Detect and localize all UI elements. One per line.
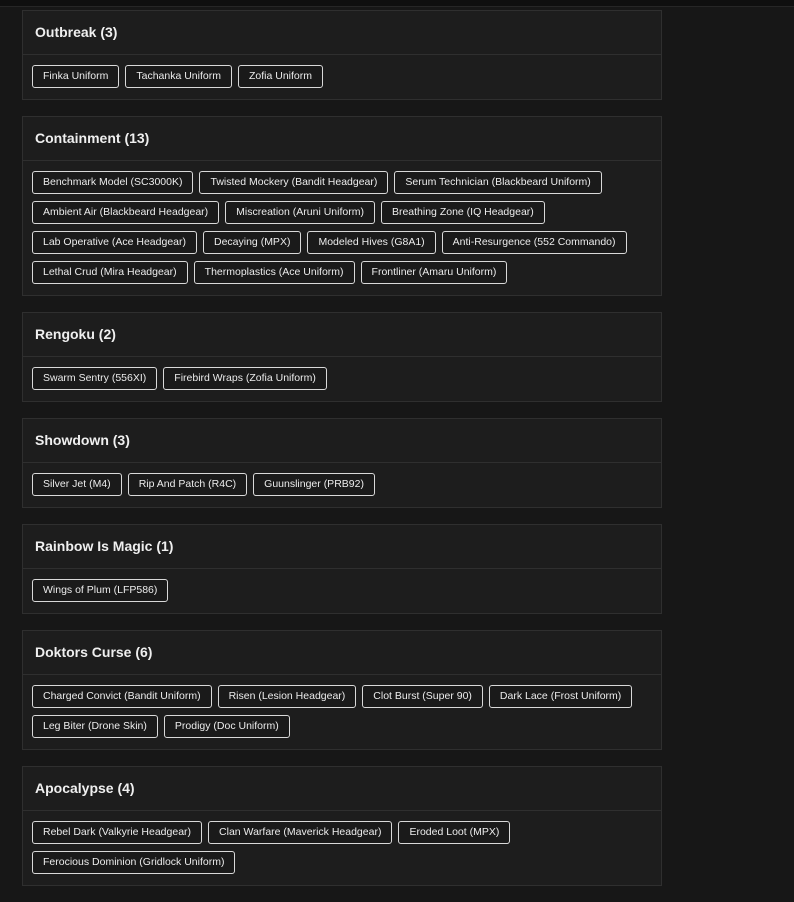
collection-card: Doktors Curse (6) Charged Convict (Bandit… bbox=[22, 630, 662, 750]
item-chip[interactable]: Frontliner (Amaru Uniform) bbox=[360, 261, 508, 284]
item-chip[interactable]: Leg Biter (Drone Skin) bbox=[32, 715, 158, 738]
item-chip[interactable]: Swarm Sentry (556XI) bbox=[32, 367, 158, 390]
item-chip[interactable]: Zofia Uniform bbox=[237, 65, 323, 88]
item-chip[interactable]: Anti-Resurgence (552 Commando) bbox=[441, 231, 627, 254]
collection-card: Containment (13) Benchmark Model (SC3000K… bbox=[22, 116, 662, 296]
item-chip[interactable]: Benchmark Model (SC3000K) bbox=[32, 171, 194, 194]
collection-items: Swarm Sentry (556XI) Firebird Wraps (Zofi… bbox=[23, 357, 661, 401]
item-chip[interactable]: Decaying (MPX) bbox=[203, 231, 302, 254]
item-chip[interactable]: Tachanka Uniform bbox=[125, 65, 232, 88]
item-chip[interactable]: Serum Technician (Blackbeard Uniform) bbox=[394, 171, 602, 194]
top-bar bbox=[0, 0, 794, 7]
item-chip[interactable]: Breathing Zone (IQ Headgear) bbox=[380, 201, 545, 224]
item-chip[interactable]: Guunslinger (PRB92) bbox=[253, 473, 375, 496]
item-chip[interactable]: Prodigy (Doc Uniform) bbox=[163, 715, 290, 738]
item-chip[interactable]: Firebird Wraps (Zofia Uniform) bbox=[163, 367, 327, 390]
collection-items: Finka Uniform Tachanka Uniform Zofia Unifo… bbox=[23, 55, 661, 99]
collection-title: Rengoku (2) bbox=[23, 313, 661, 357]
collection-items: Rebel Dark (Valkyrie Headgear) Clan Warfa… bbox=[23, 811, 661, 885]
collection-title: Showdown (3) bbox=[23, 419, 661, 463]
collection-title: Apocalypse (4) bbox=[23, 767, 661, 811]
collection-card: Rengoku (2) Swarm Sentry (556XI) Firebird … bbox=[22, 312, 662, 402]
collection-card: Showdown (3) Silver Jet (M4) Rip And Patch… bbox=[22, 418, 662, 508]
collection-title: Outbreak (3) bbox=[23, 11, 661, 55]
item-chip[interactable]: Ambient Air (Blackbeard Headgear) bbox=[32, 201, 220, 224]
collection-card: Outbreak (3) Finka Uniform Tachanka Unifor… bbox=[22, 10, 662, 100]
collection-items: Benchmark Model (SC3000K) Twisted Mockery… bbox=[23, 161, 661, 295]
item-chip[interactable]: Wings of Plum (LFP586) bbox=[32, 579, 169, 602]
item-chip[interactable]: Silver Jet (M4) bbox=[32, 473, 122, 496]
item-chip[interactable]: Ferocious Dominion (Gridlock Uniform) bbox=[32, 851, 236, 874]
item-chip[interactable]: Finka Uniform bbox=[32, 65, 120, 88]
collection-card: Rainbow Is Magic (1) Wings of Plum (LFP58… bbox=[22, 524, 662, 614]
item-chip[interactable]: Rip And Patch (R4C) bbox=[127, 473, 248, 496]
item-chip[interactable]: Dark Lace (Frost Uniform) bbox=[488, 685, 633, 708]
item-chip[interactable]: Eroded Loot (MPX) bbox=[398, 821, 511, 844]
item-chip[interactable]: Modeled Hives (G8A1) bbox=[307, 231, 436, 254]
collection-title: Containment (13) bbox=[23, 117, 661, 161]
item-chip[interactable]: Lethal Crud (Mira Headgear) bbox=[32, 261, 188, 284]
item-chip[interactable]: Thermoplastics (Ace Uniform) bbox=[193, 261, 355, 284]
item-chip[interactable]: Charged Convict (Bandit Uniform) bbox=[32, 685, 212, 708]
collection-items: Wings of Plum (LFP586) bbox=[23, 569, 661, 613]
item-chip[interactable]: Clot Burst (Super 90) bbox=[362, 685, 483, 708]
item-chip[interactable]: Lab Operative (Ace Headgear) bbox=[32, 231, 197, 254]
item-chip[interactable]: Risen (Lesion Headgear) bbox=[217, 685, 357, 708]
item-chip[interactable]: Twisted Mockery (Bandit Headgear) bbox=[199, 171, 389, 194]
collection-title: Doktors Curse (6) bbox=[23, 631, 661, 675]
collection-card: Apocalypse (4) Rebel Dark (Valkyrie Headg… bbox=[22, 766, 662, 886]
item-chip[interactable]: Rebel Dark (Valkyrie Headgear) bbox=[32, 821, 203, 844]
item-chip[interactable]: Miscreation (Aruni Uniform) bbox=[225, 201, 375, 224]
event-collections-list: Outbreak (3) Finka Uniform Tachanka Unifor… bbox=[22, 10, 662, 902]
collection-title: Rainbow Is Magic (1) bbox=[23, 525, 661, 569]
collection-items: Charged Convict (Bandit Uniform) Risen (L… bbox=[23, 675, 661, 749]
item-chip[interactable]: Clan Warfare (Maverick Headgear) bbox=[208, 821, 393, 844]
collection-items: Silver Jet (M4) Rip And Patch (R4C) Guunsl… bbox=[23, 463, 661, 507]
